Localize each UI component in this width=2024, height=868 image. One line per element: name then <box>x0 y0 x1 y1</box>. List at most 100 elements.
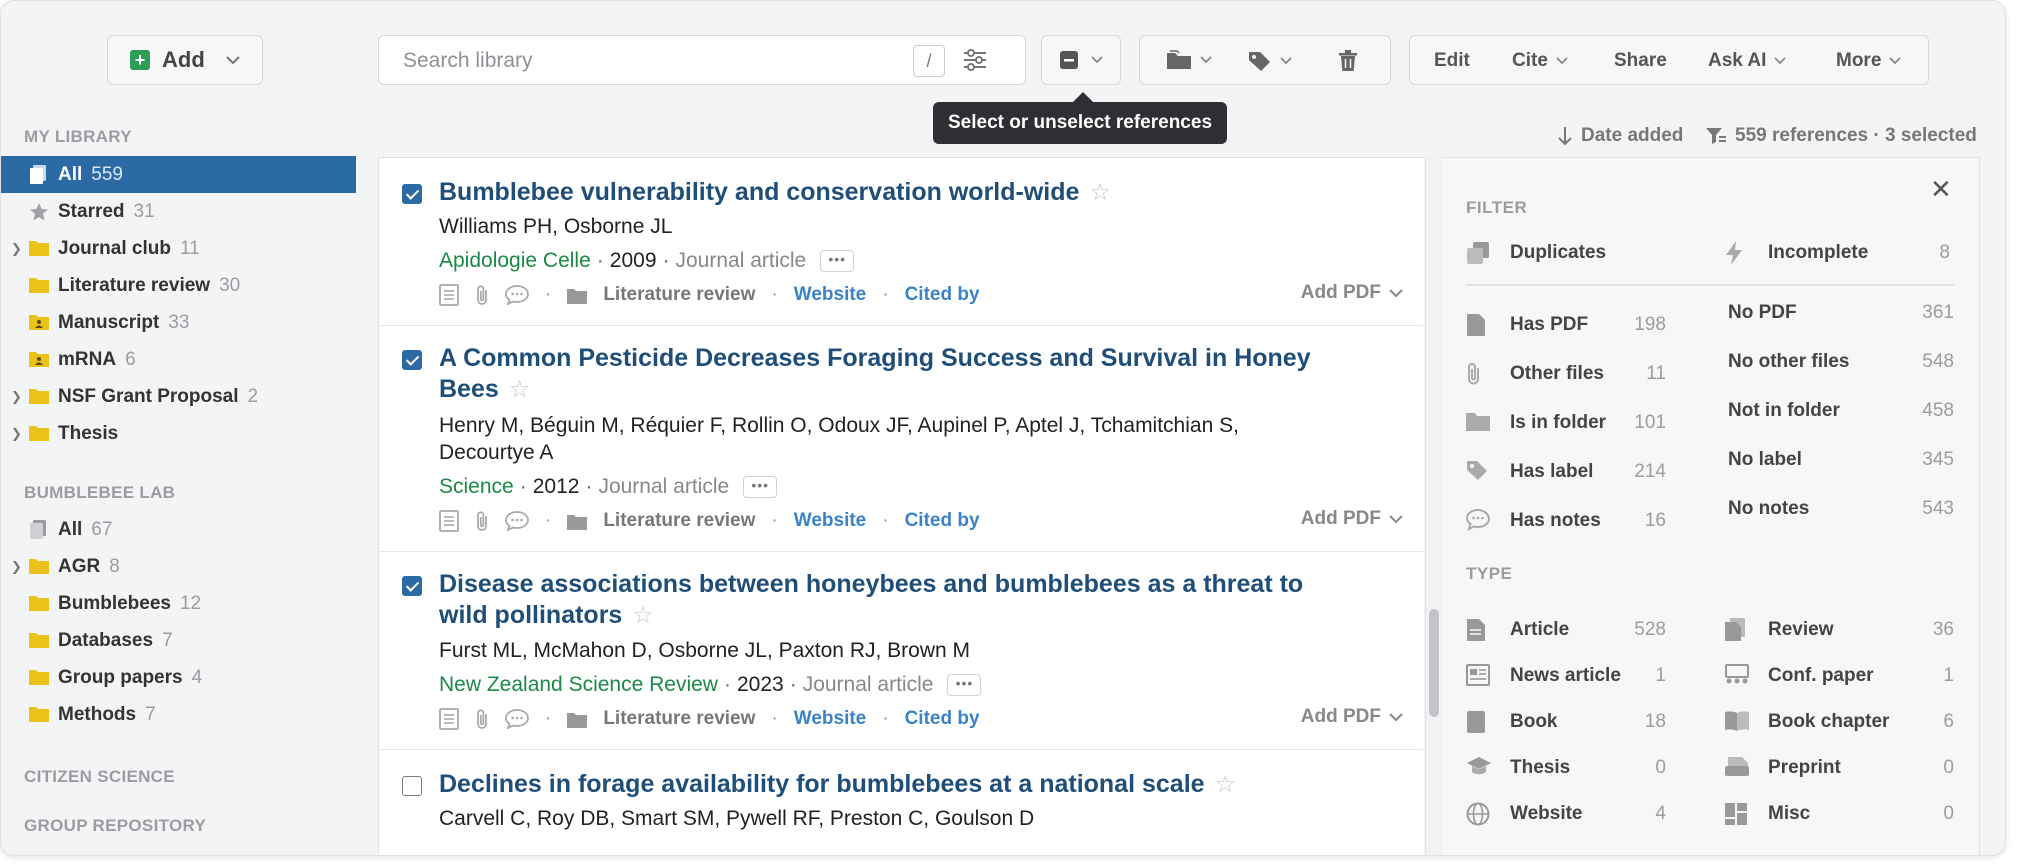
reference-title[interactable]: Disease associations between honeybees a… <box>439 569 1339 631</box>
reference-row[interactable]: Disease associations between honeybees a… <box>379 552 1423 750</box>
sidebar-item-label: All <box>58 519 83 540</box>
sidebar-item-journal-club[interactable]: ❯ Journal club 11 <box>1 230 356 267</box>
add-pdf-button[interactable]: Add PDF <box>1301 282 1403 304</box>
chevron-right-icon[interactable]: ❯ <box>11 426 22 442</box>
close-icon[interactable]: ✕ <box>1930 174 1952 205</box>
sliders-icon[interactable] <box>963 49 987 71</box>
move-to-folder-button[interactable] <box>1166 50 1212 70</box>
sidebar-item-starred[interactable]: Starred 31 <box>1 193 356 230</box>
filter-label: No notes <box>1728 498 1810 519</box>
reference-count: 559 references · 3 selected <box>1735 125 1977 146</box>
reference-row[interactable]: A Common Pesticide Decreases Foraging Su… <box>379 326 1423 552</box>
pdf-icon <box>1467 314 1485 336</box>
sidebar-item-lab-all[interactable]: All 67 <box>1 511 356 548</box>
website-link[interactable]: Website <box>794 708 867 730</box>
documents-icon <box>30 165 46 184</box>
cite-button[interactable]: Cite <box>1512 50 1568 72</box>
sidebar-item-mrna[interactable]: mRNA 6 <box>1 341 356 378</box>
sidebar-item-literature-review[interactable]: Literature review 30 <box>1 267 356 304</box>
sidebar-item-databases[interactable]: Databases 7 <box>1 622 356 659</box>
paperclip-icon[interactable] <box>475 284 489 306</box>
sidebar-item-count: 31 <box>133 201 155 222</box>
reference-folder[interactable]: Literature review <box>603 708 755 730</box>
filter-count: 4 <box>1655 803 1666 824</box>
sidebar-item-nsf-grant-proposal[interactable]: ❯ NSF Grant Proposal 2 <box>1 378 356 415</box>
filter-count: 543 <box>1922 498 1954 519</box>
cited-by-link[interactable]: Cited by <box>905 284 980 306</box>
filter-count: 101 <box>1634 412 1666 433</box>
more-button[interactable]: More <box>1836 50 1902 72</box>
add-label-button[interactable] <box>1248 50 1292 72</box>
add-pdf-button[interactable]: Add PDF <box>1301 508 1403 530</box>
sidebar-item-label: Starred <box>58 201 125 222</box>
reference-title[interactable]: Bumblebee vulnerability and conservation… <box>439 177 1339 208</box>
sidebar-item-count: 67 <box>91 519 113 540</box>
search-box[interactable]: / <box>378 35 1026 85</box>
website-link[interactable]: Website <box>794 284 867 306</box>
chevron-right-icon[interactable]: ❯ <box>11 559 22 575</box>
cited-by-link[interactable]: Cited by <box>905 708 980 730</box>
add-pdf-button[interactable]: Add PDF <box>1301 706 1403 728</box>
star-icon[interactable]: ☆ <box>509 376 531 403</box>
more-options-icon[interactable]: ••• <box>743 475 778 498</box>
reference-folder[interactable]: Literature review <box>603 510 755 532</box>
more-options-icon[interactable]: ••• <box>820 249 855 272</box>
sidebar-item-thesis[interactable]: ❯ Thesis <box>1 415 356 452</box>
comment-icon[interactable] <box>505 285 529 305</box>
comment-icon[interactable] <box>505 709 529 729</box>
reference-checkbox[interactable] <box>402 350 422 370</box>
notes-document-icon[interactable] <box>439 708 459 730</box>
sidebar-item-count: 6 <box>125 349 136 370</box>
reference-checkbox[interactable] <box>402 184 422 204</box>
section-heading-bumblebee-lab: BUMBLEBEE LAB <box>24 483 176 502</box>
reference-checkbox[interactable] <box>402 576 422 596</box>
sidebar-item-label: Literature review <box>58 275 211 296</box>
reference-authors: Carvell C, Roy DB, Smart SM, Pywell RF, … <box>439 807 1035 830</box>
reference-folder[interactable]: Literature review <box>603 284 755 306</box>
edit-button[interactable]: Edit <box>1434 50 1470 72</box>
sidebar-item-label: All <box>58 164 83 185</box>
section-heading-citizen-science[interactable]: CITIZEN SCIENCE <box>24 767 175 787</box>
filter-count: 214 <box>1634 461 1666 482</box>
chevron-down-icon <box>1389 288 1403 297</box>
reference-title[interactable]: A Common Pesticide Decreases Foraging Su… <box>439 343 1339 405</box>
reference-title[interactable]: Declines in forage availability for bumb… <box>439 769 1339 800</box>
delete-button[interactable] <box>1338 50 1358 72</box>
star-icon[interactable]: ☆ <box>1089 179 1111 206</box>
select-references-button[interactable] <box>1041 35 1121 85</box>
notes-document-icon[interactable] <box>439 284 459 306</box>
sort-button[interactable]: Date added <box>1557 125 1683 147</box>
filter-label: Duplicates <box>1510 242 1607 263</box>
ask-ai-button[interactable]: Ask AI <box>1708 50 1787 72</box>
section-heading-group-repository[interactable]: GROUP REPOSITORY <box>24 816 206 836</box>
paperclip-icon[interactable] <box>475 510 489 532</box>
add-button[interactable]: + Add <box>107 35 263 85</box>
sidebar-item-all[interactable]: All 559 <box>1 156 356 193</box>
notes-document-icon[interactable] <box>439 510 459 532</box>
sidebar-item-group-papers[interactable]: Group papers 4 <box>1 659 356 696</box>
reference-checkbox[interactable] <box>402 776 422 796</box>
reference-row[interactable]: Bumblebee vulnerability and conservation… <box>379 158 1423 326</box>
trash-icon <box>1339 50 1357 71</box>
comment-icon[interactable] <box>505 511 529 531</box>
reference-year: 2023 <box>736 673 784 696</box>
reference-row[interactable]: Declines in forage availability for bumb… <box>379 750 1423 855</box>
filter-count: 8 <box>1939 242 1950 263</box>
cited-by-link[interactable]: Cited by <box>905 510 980 532</box>
sidebar-item-methods[interactable]: Methods 7 <box>1 696 356 733</box>
sidebar-item-agr[interactable]: ❯ AGR 8 <box>1 548 356 585</box>
sort-label: Date added <box>1581 125 1684 146</box>
website-link[interactable]: Website <box>794 510 867 532</box>
list-scrollbar[interactable] <box>1425 157 1441 855</box>
more-options-icon[interactable]: ••• <box>947 673 982 696</box>
star-icon[interactable]: ☆ <box>632 602 654 629</box>
chevron-right-icon[interactable]: ❯ <box>11 241 22 257</box>
chevron-right-icon[interactable]: ❯ <box>11 389 22 405</box>
sidebar-item-manuscript[interactable]: Manuscript 33 <box>1 304 356 341</box>
paperclip-icon[interactable] <box>475 708 489 730</box>
scrollbar-thumb[interactable] <box>1429 609 1439 717</box>
share-button[interactable]: Share <box>1614 50 1667 72</box>
sidebar-item-bumblebees[interactable]: Bumblebees 12 <box>1 585 356 622</box>
star-icon[interactable]: ☆ <box>1215 771 1237 798</box>
search-input[interactable] <box>403 46 963 76</box>
